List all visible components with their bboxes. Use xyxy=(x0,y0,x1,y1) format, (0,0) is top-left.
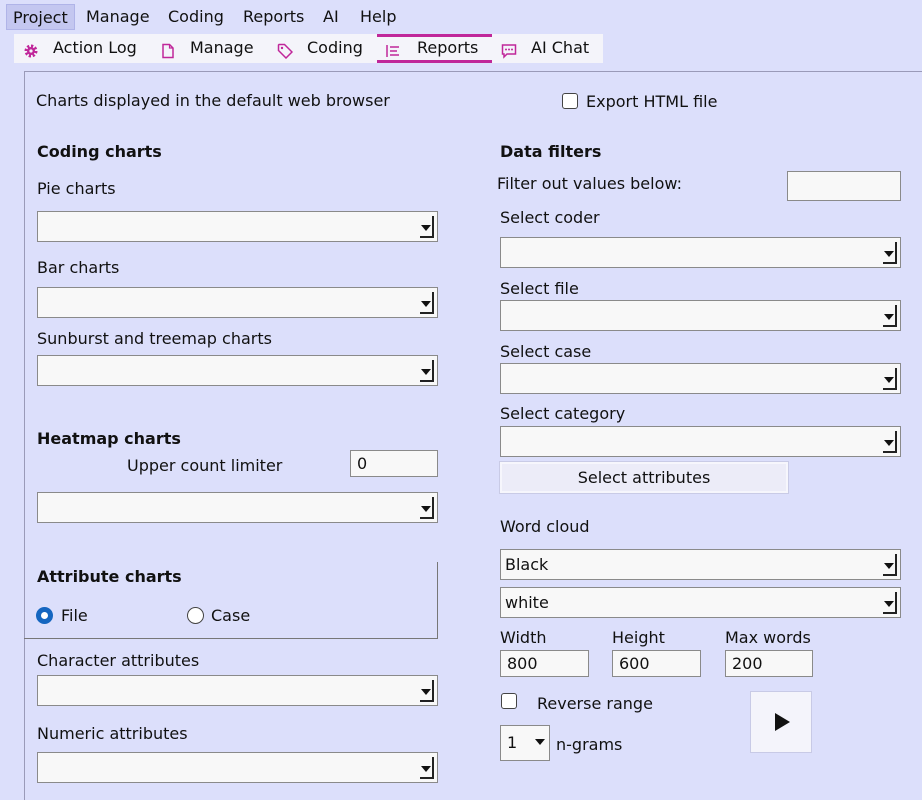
character-attributes-label: Character attributes xyxy=(37,651,200,670)
width-label: Width xyxy=(500,628,547,647)
select-category-label: Select category xyxy=(500,404,626,423)
upper-count-limiter-input[interactable]: 0 xyxy=(350,450,438,477)
menu-project[interactable]: Project xyxy=(6,4,75,30)
play-icon xyxy=(775,713,790,731)
tab-bar: Action Log Manage Coding Reports AI Chat xyxy=(14,34,603,63)
coding-charts-heading: Coding charts xyxy=(37,142,162,161)
pie-charts-label: Pie charts xyxy=(37,179,116,198)
select-coder-select[interactable] xyxy=(500,237,901,268)
select-file-label: Select file xyxy=(500,279,579,298)
menu-help[interactable]: Help xyxy=(354,4,402,30)
max-words-input[interactable]: 200 xyxy=(725,650,813,677)
select-coder-label: Select coder xyxy=(500,208,600,227)
select-case-select[interactable] xyxy=(500,363,901,394)
attribute-charts-heading: Attribute charts xyxy=(37,567,182,586)
width-input[interactable]: 800 xyxy=(500,650,589,677)
export-html-checkbox[interactable] xyxy=(562,93,578,109)
character-attributes-select[interactable] xyxy=(37,675,438,706)
ngrams-label: n-grams xyxy=(556,735,623,754)
chat-icon xyxy=(501,40,517,59)
bar-charts-label: Bar charts xyxy=(37,258,120,277)
max-words-label: Max words xyxy=(725,628,811,647)
ngrams-spinbox[interactable]: 1 xyxy=(500,725,550,761)
file-radio-label: File xyxy=(61,606,88,625)
word-cloud-label: Word cloud xyxy=(500,517,590,536)
chevron-down-icon xyxy=(883,305,897,327)
height-input[interactable]: 600 xyxy=(612,650,701,677)
reverse-range-checkbox[interactable] xyxy=(501,693,517,709)
tab-label: Coding xyxy=(307,38,363,57)
chevron-down-icon xyxy=(420,497,434,519)
reverse-range-label: Reverse range xyxy=(537,694,653,713)
chevron-down-icon xyxy=(883,554,897,576)
document-icon xyxy=(160,40,176,59)
heatmap-charts-heading: Heatmap charts xyxy=(37,429,181,448)
tab-label: AI Chat xyxy=(531,38,590,57)
pie-charts-select[interactable] xyxy=(37,211,438,242)
tab-label: Manage xyxy=(190,38,254,57)
case-radio-label: Case xyxy=(211,606,251,625)
tag-icon xyxy=(277,40,294,60)
numeric-attributes-select[interactable] xyxy=(37,752,438,783)
export-html-label: Export HTML file xyxy=(586,92,718,111)
menu-coding[interactable]: Coding xyxy=(162,4,230,30)
run-word-cloud-button[interactable] xyxy=(750,691,812,753)
chevron-down-icon xyxy=(420,216,434,238)
file-radio[interactable] xyxy=(36,607,53,624)
select-case-label: Select case xyxy=(500,342,592,361)
sunburst-charts-label: Sunburst and treemap charts xyxy=(37,329,272,348)
word-cloud-foreground-select[interactable]: Black xyxy=(500,549,901,580)
tab-label: Reports xyxy=(417,38,479,57)
select-file-select[interactable] xyxy=(500,300,901,331)
chevron-down-icon xyxy=(420,680,434,702)
data-filters-heading: Data filters xyxy=(500,142,602,161)
sunburst-charts-select[interactable] xyxy=(37,355,438,386)
tab-action-log[interactable]: Action Log xyxy=(23,34,148,63)
chevron-down-icon xyxy=(883,592,897,614)
menu-reports[interactable]: Reports xyxy=(237,4,310,30)
numeric-attributes-label: Numeric attributes xyxy=(37,724,188,743)
tab-coding[interactable]: Coding xyxy=(277,34,372,63)
tab-manage[interactable]: Manage xyxy=(160,34,260,63)
chevron-down-icon xyxy=(883,242,897,264)
chevron-down-icon xyxy=(420,757,434,779)
chevron-down-icon xyxy=(420,360,434,382)
upper-count-limiter-label: Upper count limiter xyxy=(127,456,283,475)
tab-reports[interactable]: Reports xyxy=(377,34,492,63)
bar-charts-select[interactable] xyxy=(37,287,438,318)
case-radio[interactable] xyxy=(187,607,204,624)
select-category-select[interactable] xyxy=(500,426,901,457)
chevron-down-icon xyxy=(883,368,897,390)
description-text: Charts displayed in the default web brow… xyxy=(36,91,390,110)
menu-ai[interactable]: AI xyxy=(317,4,345,30)
list-icon xyxy=(385,40,401,57)
menu-bar: Project Manage Coding Reports AI Help xyxy=(0,0,922,34)
height-label: Height xyxy=(612,628,665,647)
tab-label: Action Log xyxy=(53,38,137,57)
chevron-down-icon xyxy=(535,739,545,745)
menu-manage[interactable]: Manage xyxy=(80,4,156,30)
tab-ai-chat[interactable]: AI Chat xyxy=(501,34,596,63)
word-cloud-background-select[interactable]: white xyxy=(500,587,901,618)
gear-icon xyxy=(23,40,39,58)
chevron-down-icon xyxy=(420,292,434,314)
filter-values-input[interactable] xyxy=(787,171,901,201)
filter-values-label: Filter out values below: xyxy=(497,174,682,193)
heatmap-charts-select[interactable] xyxy=(37,492,438,523)
select-attributes-button[interactable]: Select attributes xyxy=(500,462,788,493)
chevron-down-icon xyxy=(883,431,897,453)
